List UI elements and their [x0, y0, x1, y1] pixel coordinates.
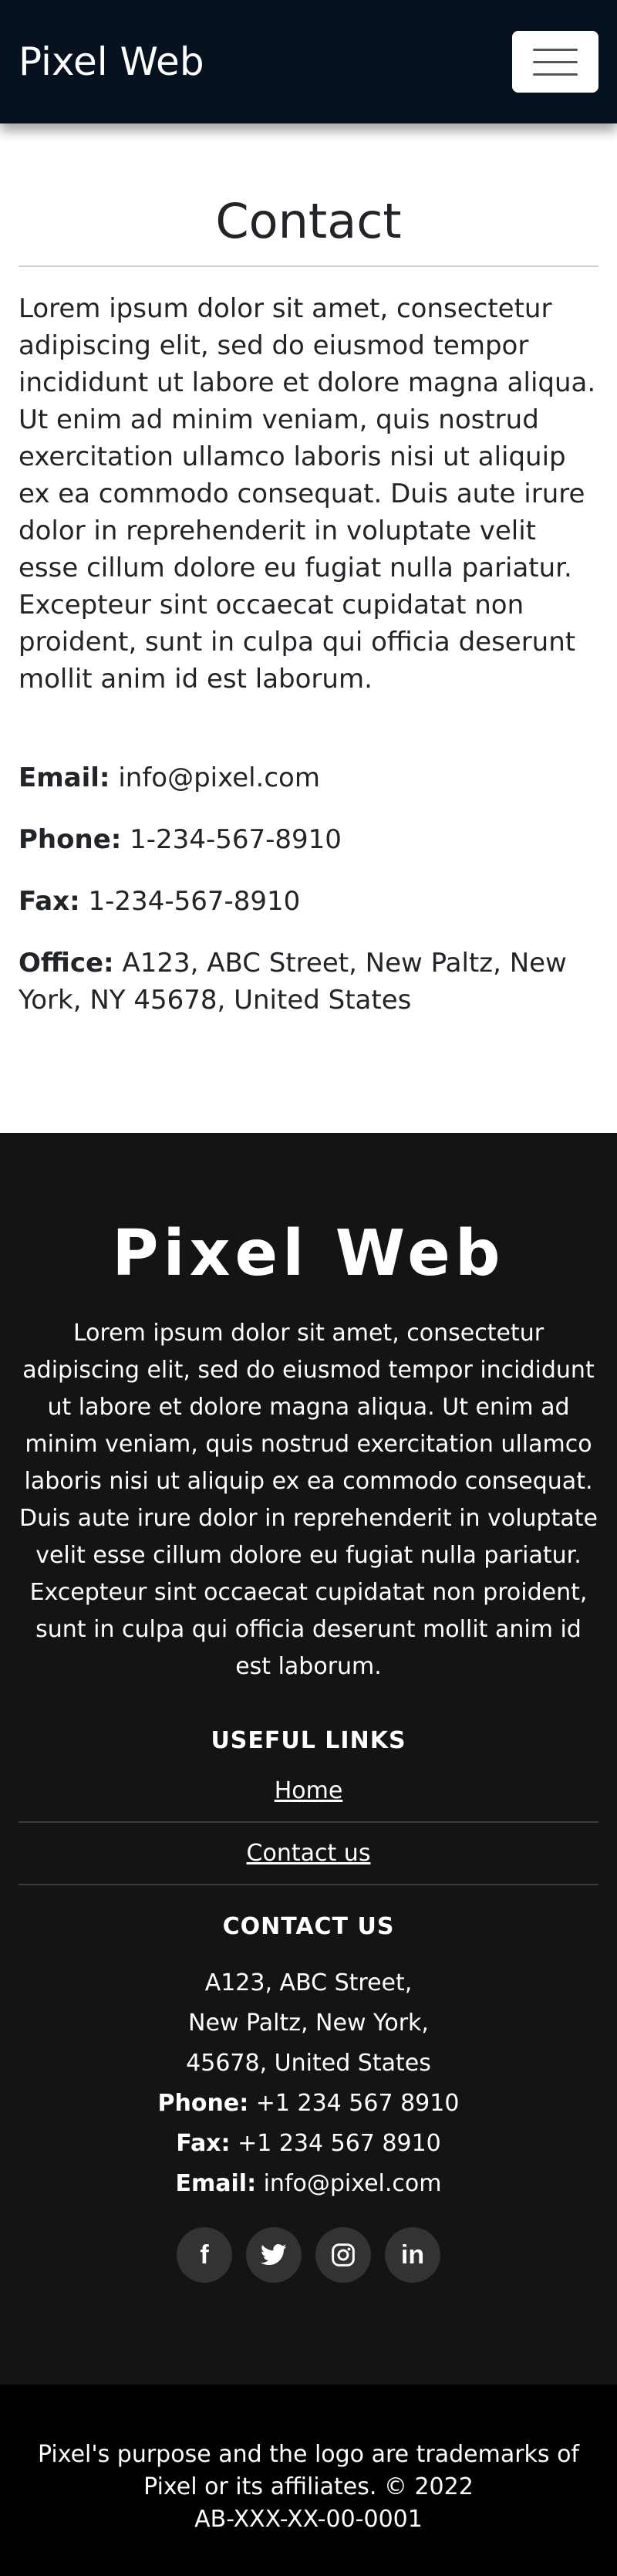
- footer-fax-row: Fax: +1 234 567 8910: [19, 2124, 598, 2164]
- office-label: Office:: [19, 948, 114, 979]
- phone-label: Phone:: [19, 824, 122, 856]
- social-links: f in: [19, 2227, 598, 2284]
- hamburger-icon-bar: [533, 60, 578, 63]
- contact-info: Email: info@pixel.com Phone: 1-234-567-8…: [19, 759, 598, 1019]
- useful-links: Home Contact us: [19, 1777, 598, 1886]
- footer-phone-value: +1 234 567 8910: [248, 2090, 460, 2118]
- menu-toggle-button[interactable]: [512, 31, 598, 93]
- twitter-icon[interactable]: [246, 2227, 302, 2284]
- email-label: Email:: [19, 762, 110, 794]
- footer-email-label: Email:: [175, 2170, 257, 2198]
- fax-row: Fax: 1-234-567-8910: [19, 883, 598, 920]
- linkedin-icon[interactable]: in: [385, 2227, 440, 2284]
- email-row: Email: info@pixel.com: [19, 759, 598, 796]
- footer-link-contact[interactable]: Contact us: [19, 1840, 598, 1886]
- footer-phone-label: Phone:: [157, 2090, 249, 2118]
- address-line: New Paltz, New York,: [188, 2010, 429, 2037]
- navbar: Pixel Web: [0, 0, 617, 123]
- email-value: info@pixel.com: [110, 762, 320, 794]
- footer: Pixel Web Lorem ipsum dolor sit amet, co…: [0, 1133, 617, 2385]
- footer-phone-row: Phone: +1 234 567 8910: [19, 2084, 598, 2124]
- phone-value: 1-234-567-8910: [121, 824, 342, 856]
- hamburger-icon-bar: [533, 48, 578, 51]
- contact-section: Contact Lorem ipsum dolor sit amet, cons…: [0, 123, 617, 1019]
- footer-email-value: info@pixel.com: [256, 2170, 442, 2198]
- office-row: Office: A123, ABC Street, New Paltz, New…: [19, 945, 598, 1019]
- footer-link-home[interactable]: Home: [19, 1777, 598, 1824]
- contact-us-heading: CONTACT US: [222, 1913, 395, 1941]
- footer-contact: CONTACT US A123, ABC Street, New Paltz, …: [19, 1913, 598, 2204]
- divider: [19, 265, 598, 268]
- footer-about: Lorem ipsum dolor sit amet, consectetur …: [19, 1320, 598, 1681]
- address-line: 45678, United States: [186, 2050, 431, 2077]
- address-line: A123, ABC Street,: [204, 1969, 413, 1997]
- copyright-bar: Pixel's purpose and the logo are tradema…: [0, 2385, 617, 2576]
- footer-logo: Pixel Web: [112, 1217, 505, 1290]
- instagram-icon[interactable]: [315, 2227, 371, 2284]
- copyright-code: AB-XXX-XX-00-0001: [194, 2506, 423, 2533]
- page-title: Contact: [215, 193, 402, 249]
- copyright-text: Pixel's purpose and the logo are tradema…: [37, 2441, 579, 2500]
- footer-email-row: Email: info@pixel.com: [19, 2164, 598, 2204]
- brand-link[interactable]: Pixel Web: [19, 39, 204, 84]
- instagram-glyph: [332, 2243, 355, 2267]
- phone-row: Phone: 1-234-567-8910: [19, 821, 598, 858]
- footer-fax-label: Fax:: [176, 2130, 231, 2158]
- hamburger-icon-bar: [533, 73, 578, 76]
- contact-intro: Lorem ipsum dolor sit amet, consectetur …: [19, 293, 596, 695]
- twitter-bird-glyph: [261, 2244, 287, 2266]
- footer-fax-value: +1 234 567 8910: [230, 2130, 441, 2158]
- fax-label: Fax:: [19, 886, 80, 918]
- fax-value: 1-234-567-8910: [79, 886, 301, 918]
- facebook-icon[interactable]: f: [177, 2227, 232, 2284]
- useful-links-heading: USEFUL LINKS: [211, 1727, 406, 1755]
